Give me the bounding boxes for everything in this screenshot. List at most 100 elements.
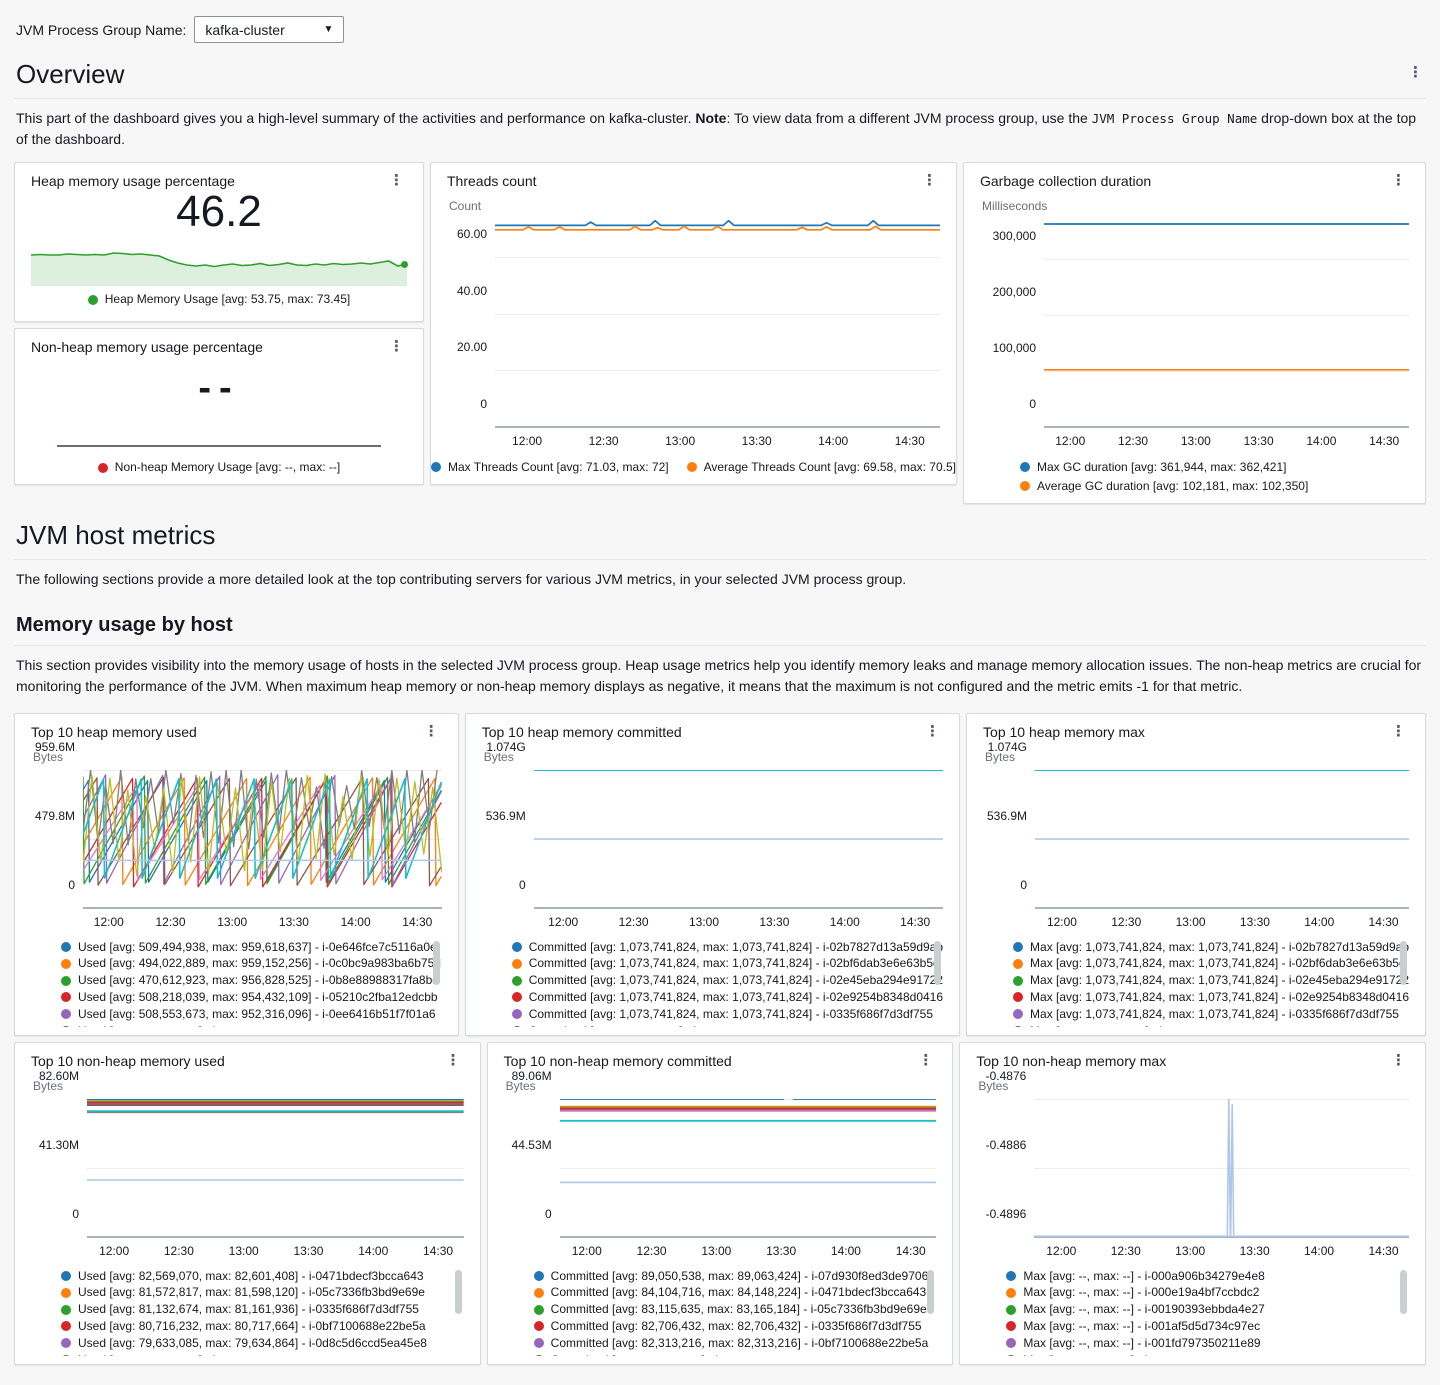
axis-tick-label: 12:30: [1111, 1244, 1141, 1258]
legend-item[interactable]: Used [avg: …, max: …] - i-…: [61, 1023, 442, 1027]
legend-item[interactable]: Committed [avg: …, max: …] - i-…: [512, 1023, 943, 1027]
legend-item[interactable]: Average GC duration [avg: 102,181, max: …: [1020, 478, 1409, 495]
legend-scrollbar-thumb[interactable]: [1400, 941, 1407, 985]
legend-item[interactable]: Max Threads Count [avg: 71.03, max: 72]: [431, 459, 669, 476]
legend-item[interactable]: Committed [avg: 1,073,741,824, max: 1,07…: [512, 939, 943, 956]
legend-color-dot: [687, 462, 697, 472]
legend-item[interactable]: Max [avg: …, max: …] - i-…: [1013, 1023, 1409, 1027]
legend-item[interactable]: Committed [avg: 89,050,538, max: 89,063,…: [534, 1268, 937, 1285]
legend-scrollbar-thumb[interactable]: [934, 941, 941, 985]
legend-item[interactable]: Max [avg: 1,073,741,824, max: 1,073,741,…: [1013, 1006, 1409, 1023]
axis-tick-label: 12:00: [1055, 434, 1085, 448]
y-axis-ticks: 959.6M479.8M0: [31, 770, 83, 908]
legend-item[interactable]: Max [avg: --, max: --] - i-001af5d5d734c…: [1006, 1318, 1409, 1335]
legend-scrollbar-thumb[interactable]: [433, 941, 440, 985]
legend-color-dot: [1006, 1338, 1016, 1348]
legend-item[interactable]: Max [avg: 1,073,741,824, max: 1,073,741,…: [1013, 955, 1409, 972]
legend-item[interactable]: Committed [avg: 84,104,716, max: 84,148,…: [534, 1284, 937, 1301]
y-axis-label: Bytes: [33, 750, 442, 764]
kebab-menu-icon[interactable]: ⋮: [1388, 724, 1409, 740]
legend-item[interactable]: Max [avg: --, max: --] - i-00190393ebbda…: [1006, 1301, 1409, 1318]
legend-item[interactable]: Average Threads Count [avg: 69.58, max: …: [687, 459, 956, 476]
axis-tick-label: 14:00: [341, 915, 371, 929]
y-axis-label: Bytes: [33, 1079, 464, 1093]
axis-tick-label: 89.06M: [512, 1069, 552, 1083]
legend-item[interactable]: Max [avg: --, max: --] - i-…: [1006, 1352, 1409, 1356]
legend-item[interactable]: Max [avg: --, max: --] - i-000a906b34279…: [1006, 1268, 1409, 1285]
plot-area: 959.6M479.8M0 12:0012:3013:0013:3014:001…: [31, 770, 442, 932]
legend-scrollbar-thumb[interactable]: [927, 1270, 934, 1314]
axis-tick-label: 14:00: [831, 1244, 861, 1258]
legend-item[interactable]: Used [avg: 494,022,889, max: 959,152,256…: [61, 955, 442, 972]
kebab-menu-icon[interactable]: ⋮: [386, 339, 407, 355]
legend-scrollbar-thumb[interactable]: [455, 1270, 462, 1314]
chart-legend: Committed [avg: 89,050,538, max: 89,063,…: [504, 1268, 937, 1356]
legend-item[interactable]: Used [avg: 80,716,232, max: 80,717,664] …: [61, 1318, 464, 1335]
legend-item[interactable]: Max [avg: --, max: --] - i-000e19a4bf7cc…: [1006, 1284, 1409, 1301]
axis-tick-label: 300,000: [993, 229, 1036, 243]
legend-label: Committed [avg: 82,706,432, max: 82,706,…: [551, 1318, 922, 1335]
kebab-menu-icon[interactable]: ⋮: [1388, 173, 1409, 189]
nonheap-charts-row: Top 10 non-heap memory used ⋮ Bytes 82.6…: [14, 1042, 1426, 1365]
legend-label: Max GC duration [avg: 361,944, max: 362,…: [1037, 459, 1286, 476]
axis-tick-label: 13:00: [1175, 1244, 1205, 1258]
kebab-menu-icon[interactable]: ⋮: [386, 173, 407, 189]
x-axis-ticks: 12:0012:3013:0013:3014:0014:30: [83, 908, 442, 932]
kebab-menu-icon[interactable]: ⋮: [919, 173, 940, 189]
plot-canvas: 12:0012:3013:0013:3014:0014:30: [560, 1099, 937, 1261]
legend-item[interactable]: Used [avg: 508,218,039, max: 954,432,109…: [61, 989, 442, 1006]
legend-item[interactable]: Committed [avg: 1,073,741,824, max: 1,07…: [512, 1006, 943, 1023]
legend-item[interactable]: Max [avg: 1,073,741,824, max: 1,073,741,…: [1013, 972, 1409, 989]
legend-item[interactable]: Committed [avg: 1,073,741,824, max: 1,07…: [512, 972, 943, 989]
legend-item[interactable]: Committed [avg: 83,115,635, max: 83,165,…: [534, 1301, 937, 1318]
legend-item[interactable]: Committed [avg: 1,073,741,824, max: 1,07…: [512, 955, 943, 972]
legend-label: Used [avg: 508,218,039, max: 954,432,109…: [78, 989, 438, 1006]
page-kebab-menu-icon[interactable]: ⋮: [1405, 65, 1426, 81]
legend-label: Used [avg: 81,132,674, max: 81,161,936] …: [78, 1301, 419, 1318]
y-axis-ticks: 89.06M44.53M0: [504, 1099, 560, 1237]
chart-legend: Used [avg: 82,569,070, max: 82,601,408] …: [31, 1268, 464, 1356]
legend-color-dot: [61, 976, 71, 986]
threads-count-slot: Threads count ⋮ Count 60.0040.0020.000 1…: [430, 162, 957, 504]
legend-item[interactable]: Max [avg: 1,073,741,824, max: 1,073,741,…: [1013, 989, 1409, 1006]
axis-tick-label: 14:00: [1304, 1244, 1334, 1258]
legend-color-dot: [61, 1355, 71, 1356]
plot-area: 82.60M41.30M0 12:0012:3013:0013:3014:001…: [31, 1099, 464, 1261]
legend-scrollbar-thumb[interactable]: [1400, 1270, 1407, 1314]
legend-item[interactable]: Committed [avg: …, max: …] - i-…: [534, 1352, 937, 1356]
legend-item[interactable]: Non-heap Memory Usage [avg: --, max: --]: [98, 459, 340, 476]
spacer: [31, 410, 407, 445]
chart-card-header: Threads count ⋮: [447, 173, 940, 189]
legend-item[interactable]: Used [avg: 509,494,938, max: 959,618,637…: [61, 939, 442, 956]
legend-item[interactable]: Max [avg: 1,073,741,824, max: 1,073,741,…: [1013, 939, 1409, 956]
axis-tick-label: 14:30: [895, 434, 925, 448]
legend-item[interactable]: Used [avg: 81,132,674, max: 81,161,936] …: [61, 1301, 464, 1318]
legend-item[interactable]: Used [avg: 470,612,923, max: 956,828,525…: [61, 972, 442, 989]
axis-tick-label: 14:00: [358, 1244, 388, 1258]
legend-item[interactable]: Committed [avg: 82,706,432, max: 82,706,…: [534, 1318, 937, 1335]
kebab-menu-icon[interactable]: ⋮: [443, 1053, 464, 1069]
legend-color-dot: [61, 959, 71, 969]
axis-tick-label: 12:00: [1047, 915, 1077, 929]
legend-item[interactable]: Max GC duration [avg: 361,944, max: 362,…: [1020, 459, 1409, 476]
legend-label: Heap Memory Usage [avg: 53.75, max: 73.4…: [105, 291, 350, 308]
legend-item[interactable]: Used [avg: 82,569,070, max: 82,601,408] …: [61, 1268, 464, 1285]
legend-item[interactable]: Used [avg: …, max: …] - i-…: [61, 1352, 464, 1356]
legend-item[interactable]: Heap Memory Usage [avg: 53.75, max: 73.4…: [88, 291, 350, 308]
process-group-dropdown[interactable]: kafka-cluster ▼: [194, 16, 344, 43]
y-axis-ticks: 1.074G536.9M0: [983, 770, 1035, 908]
legend-item[interactable]: Max [avg: --, max: --] - i-001fd79735021…: [1006, 1335, 1409, 1352]
legend-item[interactable]: Committed [avg: 1,073,741,824, max: 1,07…: [512, 989, 943, 1006]
axis-tick-label: 14:00: [1306, 434, 1336, 448]
legend-item[interactable]: Committed [avg: 82,313,216, max: 82,313,…: [534, 1335, 937, 1352]
legend-color-dot: [1013, 992, 1023, 1002]
legend-item[interactable]: Used [avg: 81,572,817, max: 81,598,120] …: [61, 1284, 464, 1301]
memory-usage-title: Memory usage by host: [14, 604, 235, 645]
legend-item[interactable]: Used [avg: 79,633,085, max: 79,634,864] …: [61, 1335, 464, 1352]
kebab-menu-icon[interactable]: ⋮: [915, 1053, 936, 1069]
kebab-menu-icon[interactable]: ⋮: [421, 724, 442, 740]
kebab-menu-icon[interactable]: ⋮: [922, 724, 943, 740]
axis-tick-label: 12:00: [1046, 1244, 1076, 1258]
kebab-menu-icon[interactable]: ⋮: [1388, 1053, 1409, 1069]
legend-item[interactable]: Used [avg: 508,553,673, max: 952,316,096…: [61, 1006, 442, 1023]
